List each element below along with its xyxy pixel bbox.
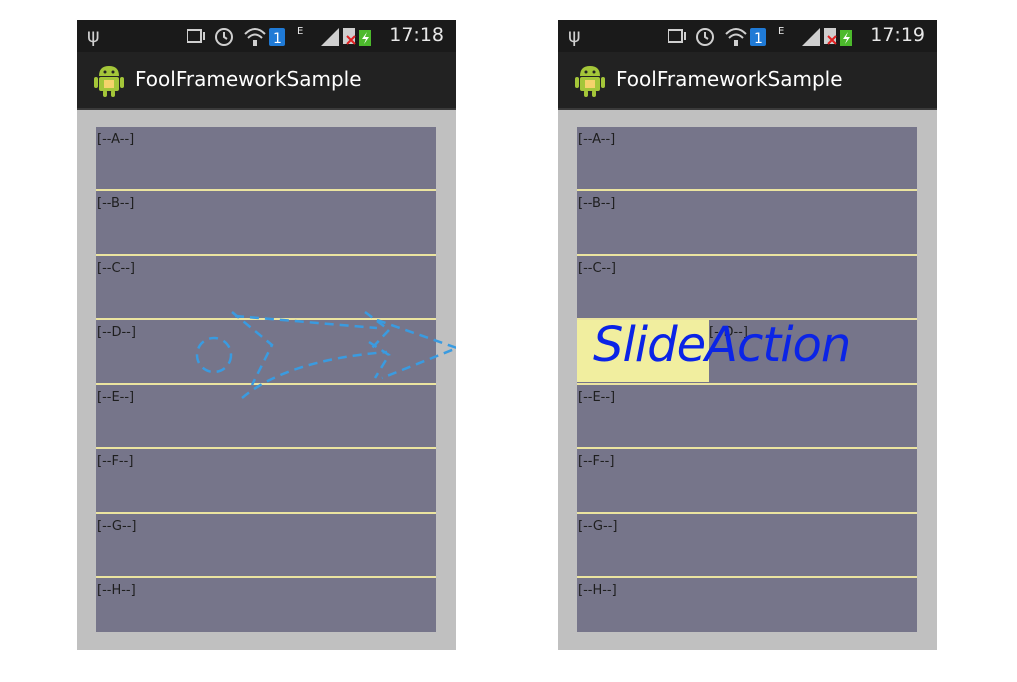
list-item-label: [--E--] <box>578 390 616 405</box>
battery-charging-icon <box>840 30 852 46</box>
list-item-c[interactable]: [--C--] <box>96 256 436 318</box>
slide-action-label: SlideAction <box>593 317 851 373</box>
list-item-e[interactable]: [--E--] <box>577 385 917 447</box>
network-type: E <box>297 26 303 37</box>
list-item-f[interactable]: [--F--] <box>96 449 436 511</box>
list-item-label: [--D--] <box>97 325 136 340</box>
list-item-g[interactable]: [--G--] <box>96 514 436 576</box>
action-bar: FoolFrameworkSample <box>558 52 937 110</box>
phone-screen-before: ψ 1 E 17:18 FoolFrameworkSample [--A--] … <box>77 20 456 650</box>
status-clock: 17:18 <box>389 24 444 46</box>
list-item-b[interactable]: [--B--] <box>577 191 917 253</box>
list-item-c[interactable]: [--C--] <box>577 256 917 318</box>
item-list: [--A--] [--B--] [--C--] [--D--] [--E--] … <box>96 127 436 632</box>
list-item-label: [--E--] <box>97 390 135 405</box>
list-item-label: [--A--] <box>578 132 616 147</box>
phone-screen-after: ψ 1 E 17:19 FoolFrameworkSample [--A--] … <box>558 20 937 650</box>
list-item-a[interactable]: [--A--] <box>96 127 436 189</box>
list-item-label: [--G--] <box>97 519 137 534</box>
android-logo-icon <box>575 66 605 97</box>
alarm-icon <box>215 28 233 46</box>
notification-badge-icon: 1 <box>750 28 766 47</box>
list-item-b[interactable]: [--B--] <box>96 191 436 253</box>
list-item-label: [--B--] <box>578 196 616 211</box>
app-title: FoolFrameworkSample <box>616 67 843 91</box>
list-item-label: [--A--] <box>97 132 135 147</box>
item-list: [--A--] [--B--] [--C--] [--D--] [--E--] … <box>577 127 917 632</box>
list-item-label: [--C--] <box>97 261 135 276</box>
list-item-a[interactable]: [--A--] <box>577 127 917 189</box>
wifi-icon <box>725 28 747 46</box>
no-sim-icon <box>343 28 356 45</box>
list-item-label: [--G--] <box>578 519 618 534</box>
battery-charging-icon <box>359 30 371 46</box>
list-item-f[interactable]: [--F--] <box>577 449 917 511</box>
android-logo-icon <box>94 66 124 97</box>
signal-icon <box>321 28 339 46</box>
usb-icon: ψ <box>87 25 100 47</box>
alarm-icon <box>696 28 714 46</box>
list-item-d[interactable]: [--D--] <box>96 320 436 382</box>
vibrate-icon <box>187 29 205 43</box>
list-item-label: [--B--] <box>97 196 135 211</box>
vibrate-icon <box>668 29 686 43</box>
svg-text:1: 1 <box>754 31 763 47</box>
app-title: FoolFrameworkSample <box>135 67 362 91</box>
status-icons: 1 E <box>668 26 852 47</box>
svg-text:1: 1 <box>273 31 282 47</box>
status-clock: 17:19 <box>870 24 925 46</box>
notification-badge-icon: 1 <box>269 28 285 47</box>
status-bar: ψ 1 E <box>558 20 937 52</box>
list-item-label: [--H--] <box>578 583 617 598</box>
action-bar: FoolFrameworkSample <box>77 52 456 110</box>
list-item-label: [--C--] <box>578 261 616 276</box>
list-item-label: [--F--] <box>97 454 134 469</box>
usb-icon: ψ <box>568 25 581 47</box>
list-item-label: [--H--] <box>97 583 136 598</box>
status-bar: ψ 1 E <box>77 20 456 52</box>
list-item-e[interactable]: [--E--] <box>96 385 436 447</box>
signal-icon <box>802 28 820 46</box>
list-item-h[interactable]: [--H--] <box>96 578 436 640</box>
list-item-g[interactable]: [--G--] <box>577 514 917 576</box>
no-sim-icon <box>824 28 837 45</box>
list-item-h[interactable]: [--H--] <box>577 578 917 640</box>
network-type: E <box>778 26 784 37</box>
list-item-label: [--F--] <box>578 454 615 469</box>
status-icons: 1 E <box>187 26 371 47</box>
wifi-icon <box>244 28 266 46</box>
